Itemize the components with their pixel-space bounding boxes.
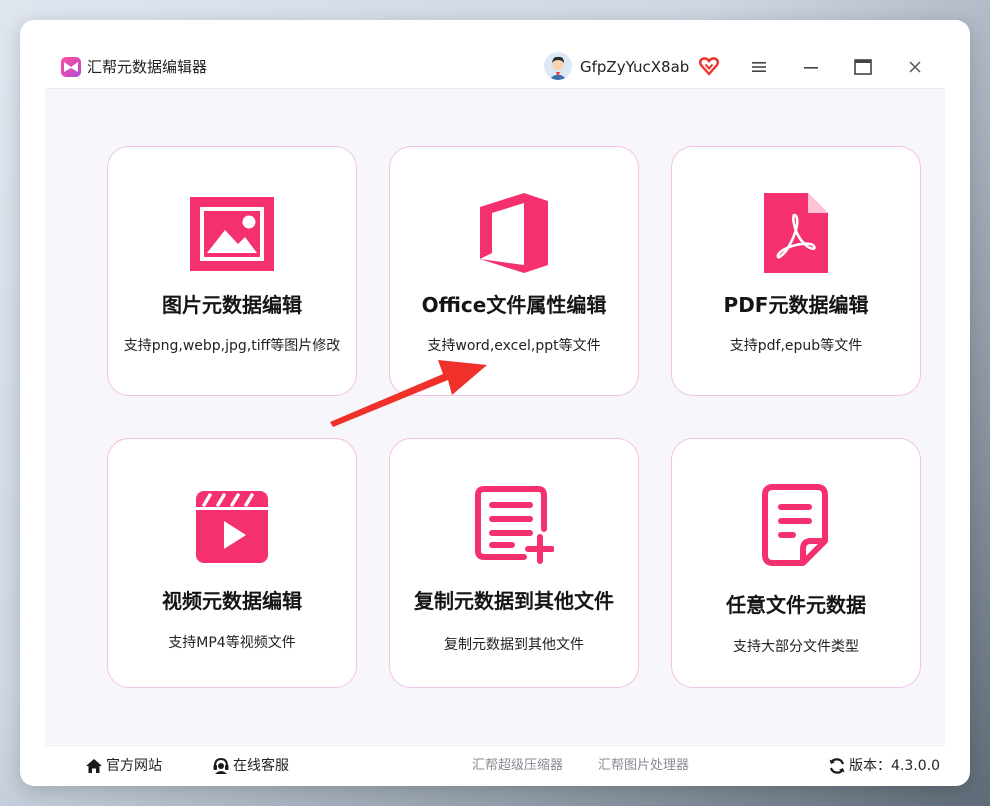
- version-info[interactable]: 版本：4.3.0.0: [828, 756, 940, 776]
- official-site-link[interactable]: 官方网站: [85, 756, 162, 776]
- app-logo-icon: [61, 57, 81, 77]
- card-pdf-metadata[interactable]: PDF元数据编辑 支持pdf,epub等文件: [671, 146, 921, 396]
- official-site-label: 官方网站: [106, 758, 162, 774]
- image-processor-link[interactable]: 汇帮图片处理器: [598, 756, 689, 776]
- card-description: 支持大部分文件类型: [733, 639, 859, 655]
- card-copy-metadata[interactable]: 复制元数据到其他文件 复制元数据到其他文件: [389, 438, 639, 688]
- card-title: 任意文件元数据: [726, 593, 866, 617]
- card-video-metadata[interactable]: 视频元数据编辑 支持MP4等视频文件: [107, 438, 357, 688]
- card-image-metadata[interactable]: 图片元数据编辑 支持png,webp,jpg,tiff等图片修改: [107, 146, 357, 396]
- card-description: 支持MP4等视频文件: [168, 635, 296, 651]
- image-icon: [108, 197, 356, 271]
- app-window: 汇帮元数据编辑器 GfpZyYucX8ab 图片元数据编辑 支持png,webp…: [20, 20, 970, 786]
- card-title: 图片元数据编辑: [162, 293, 302, 317]
- card-title: 视频元数据编辑: [162, 589, 302, 613]
- card-any-file-metadata[interactable]: 任意文件元数据 支持大部分文件类型: [671, 438, 921, 688]
- office-icon: [390, 191, 638, 275]
- headset-icon: [213, 757, 229, 774]
- card-description: 复制元数据到其他文件: [444, 637, 584, 653]
- card-title: 复制元数据到其他文件: [414, 589, 614, 613]
- username[interactable]: GfpZyYucX8ab: [580, 56, 689, 78]
- online-service-label: 在线客服: [233, 758, 289, 774]
- card-description: 支持png,webp,jpg,tiff等图片修改: [123, 338, 341, 354]
- video-clapper-icon: [108, 491, 356, 563]
- card-description: 支持word,excel,ppt等文件: [427, 338, 601, 354]
- maximize-icon[interactable]: [850, 54, 876, 80]
- title-bar: 汇帮元数据编辑器 GfpZyYucX8ab: [20, 20, 970, 88]
- compressor-link[interactable]: 汇帮超级压缩器: [472, 756, 563, 776]
- minimize-icon[interactable]: [798, 54, 824, 80]
- document-icon: [672, 483, 920, 569]
- card-office-properties[interactable]: Office文件属性编辑 支持word,excel,ppt等文件: [389, 146, 639, 396]
- card-title: PDF元数据编辑: [723, 293, 869, 317]
- home-icon: [86, 759, 102, 773]
- online-service-link[interactable]: 在线客服: [212, 756, 289, 776]
- copy-list-icon: [390, 485, 638, 565]
- app-title: 汇帮元数据编辑器: [87, 58, 208, 76]
- card-title: Office文件属性编辑: [421, 293, 607, 317]
- pdf-icon: [672, 193, 920, 273]
- refresh-icon: [829, 758, 845, 774]
- avatar[interactable]: [544, 52, 572, 80]
- version-label: 版本：4.3.0.0: [849, 758, 940, 774]
- hamburger-menu-icon[interactable]: [746, 54, 772, 80]
- vip-heart-icon[interactable]: [699, 56, 719, 76]
- close-icon[interactable]: [902, 54, 928, 80]
- feature-grid: 图片元数据编辑 支持png,webp,jpg,tiff等图片修改 Office文…: [45, 88, 945, 744]
- card-description: 支持pdf,epub等文件: [729, 338, 863, 354]
- footer-bar: 官方网站 在线客服 汇帮超级压缩器 汇帮图片处理器 版本：4.3.0.0: [45, 745, 945, 785]
